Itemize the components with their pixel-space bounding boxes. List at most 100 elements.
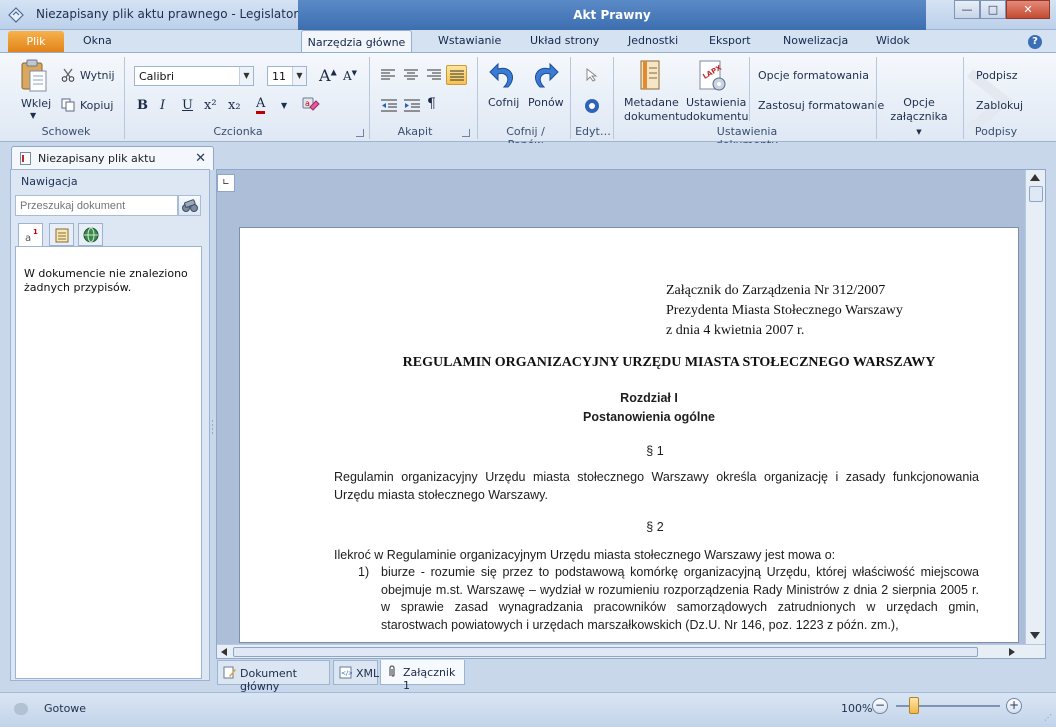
paste-dropdown-icon[interactable]: ▼ [30,111,36,120]
tab-attachment-1[interactable]: Załącznik 1 [380,660,465,692]
font-size-select[interactable]: 11 ▼ [267,66,307,86]
document-edit-icon [223,666,236,679]
paragraph-sign: § 2 [646,520,664,534]
font-family-select[interactable]: Calibri ▼ [134,66,254,86]
help-icon[interactable]: ? [1028,35,1042,49]
align-right-icon[interactable] [427,69,441,81]
chevron-down-icon[interactable]: ▼ [239,67,253,85]
superscript-button[interactable]: x² [204,98,217,113]
horizontal-scrollbar[interactable] [217,644,1045,658]
format-options-button[interactable]: Opcje formatowania [758,69,869,82]
tab-structure[interactable] [49,223,74,246]
align-left-icon[interactable] [381,69,395,81]
metadata-button[interactable]: Metadane dokumentu [624,96,686,124]
chevron-down-icon[interactable]: ▼ [281,101,287,110]
chevron-down-icon: ▼ [916,128,922,136]
document-tab-strip: Niezapisany plik aktu prawnego ✕ [0,143,1056,178]
align-center-icon[interactable] [404,69,418,81]
paste-button[interactable]: Wklej [21,97,51,110]
subscript-button[interactable]: x₂ [228,98,241,113]
copy-button[interactable]: Kopiuj [80,99,113,112]
tab-home[interactable]: Narzędzia główne [301,30,412,53]
metadata-icon[interactable] [638,59,664,93]
tab-file[interactable]: Plik [8,31,64,52]
minimize-button[interactable]: — [954,0,980,19]
font-color-button[interactable]: A [256,97,266,114]
document-settings-icon[interactable]: LAPX [697,59,727,93]
pilcrow-button[interactable]: ¶ [427,96,436,112]
align-justify-icon [450,70,464,81]
attachment-label-line1: Opcje [903,96,935,109]
document-settings-button[interactable]: Ustawienia dokumentu [686,96,748,124]
sign-button[interactable]: Podpisz [976,69,1018,82]
horizontal-scroll-thumb[interactable] [233,647,978,657]
zoom-out-button[interactable]: − [872,698,888,714]
attachment-options-button[interactable]: Opcje załącznika ▼ [887,96,951,139]
maximize-button[interactable]: □ [980,0,1006,19]
apply-format-button[interactable]: Zastosuj formatowanie [758,99,884,112]
scroll-up-icon[interactable] [1030,174,1040,181]
resize-grip-icon[interactable]: ⋰ [1044,713,1052,722]
paste-icon[interactable] [20,59,48,95]
search-button[interactable] [178,195,201,216]
underline-button[interactable]: U [182,98,193,113]
italic-button[interactable]: I [160,98,165,113]
group-divider [124,57,125,139]
paragraph-dialog-launcher-icon[interactable] [462,129,470,137]
bold-button[interactable]: B [137,98,148,113]
tab-windows[interactable]: Okna [83,34,112,47]
redo-icon[interactable] [532,61,560,91]
scroll-right-icon[interactable] [1009,648,1015,656]
tab-amendment[interactable]: Nowelizacja [783,34,848,47]
vertical-scrollbar[interactable] [1025,170,1045,644]
scroll-left-icon[interactable] [221,648,227,656]
clear-format-icon[interactable]: a [302,97,320,115]
cut-button[interactable]: Wytnij [80,69,115,82]
group-label-signatures: Podpisy [974,125,1018,138]
decrease-indent-icon[interactable] [381,99,397,112]
doc-settings-label-line2: dokumentu [686,110,749,123]
tab-xml[interactable]: </> XML [333,660,379,685]
vertical-scroll-thumb[interactable] [1029,186,1043,202]
tab-insert[interactable]: Wstawianie [438,34,501,47]
document-tab[interactable]: Niezapisany plik aktu prawnego ✕ [11,146,214,178]
search-input[interactable] [15,195,178,216]
grow-font-icon[interactable]: A▲ [319,66,337,85]
status-text: Gotowe [44,702,87,715]
close-button[interactable]: ✕ [1006,0,1050,19]
scroll-down-icon[interactable] [1030,632,1040,639]
chevron-down-icon[interactable]: ▼ [292,67,306,85]
tab-export[interactable]: Eksport [709,34,751,47]
zoom-slider-thumb[interactable] [909,697,919,714]
scissors-icon[interactable] [61,68,75,82]
font-size-value: 11 [272,70,286,83]
app-logo-icon[interactable] [8,7,24,23]
undo-button[interactable]: Cofnij [488,96,519,109]
shrink-font-icon[interactable]: A▼ [343,69,357,83]
copy-icon[interactable] [61,98,75,112]
undo-icon[interactable] [488,61,516,91]
ruler-tab-selector-icon[interactable]: ∟ [217,174,235,192]
redo-button[interactable]: Ponów [528,96,564,109]
navigation-panel: Nawigacja a1 W dokumencie nie znaleziono… [10,169,210,681]
tab-links[interactable] [78,223,103,246]
align-justify-button[interactable] [446,65,467,85]
tab-main-document[interactable]: Dokument główny [217,660,330,693]
ribbon-tabs: Plik Okna Narzędzia główne Wstawianie Uk… [0,30,1056,53]
font-dialog-launcher-icon[interactable] [356,129,364,137]
svg-text:</>: </> [341,670,352,677]
find-replace-icon[interactable] [584,98,600,114]
tab-footnotes[interactable]: a1 [18,223,43,247]
lock-button[interactable]: Zablokuj [976,99,1023,112]
close-tab-icon[interactable]: ✕ [195,151,206,166]
panel-splitter[interactable]: · · · · [211,418,215,439]
document-page[interactable]: Załącznik do Zarządzenia Nr 312/2007 Pre… [239,227,1019,643]
zoom-in-button[interactable]: + [1006,698,1022,714]
select-cursor-icon[interactable] [586,68,598,82]
increase-indent-icon[interactable] [404,99,420,112]
tab-page-layout[interactable]: Układ strony [530,34,599,47]
tab-view[interactable]: Widok [876,34,910,47]
tab-units[interactable]: Jednostki [628,34,678,47]
group-label-clipboard: Schowek [41,125,91,138]
document-part-tabs: Dokument główny </> XML Załącznik 1 [216,659,1046,693]
